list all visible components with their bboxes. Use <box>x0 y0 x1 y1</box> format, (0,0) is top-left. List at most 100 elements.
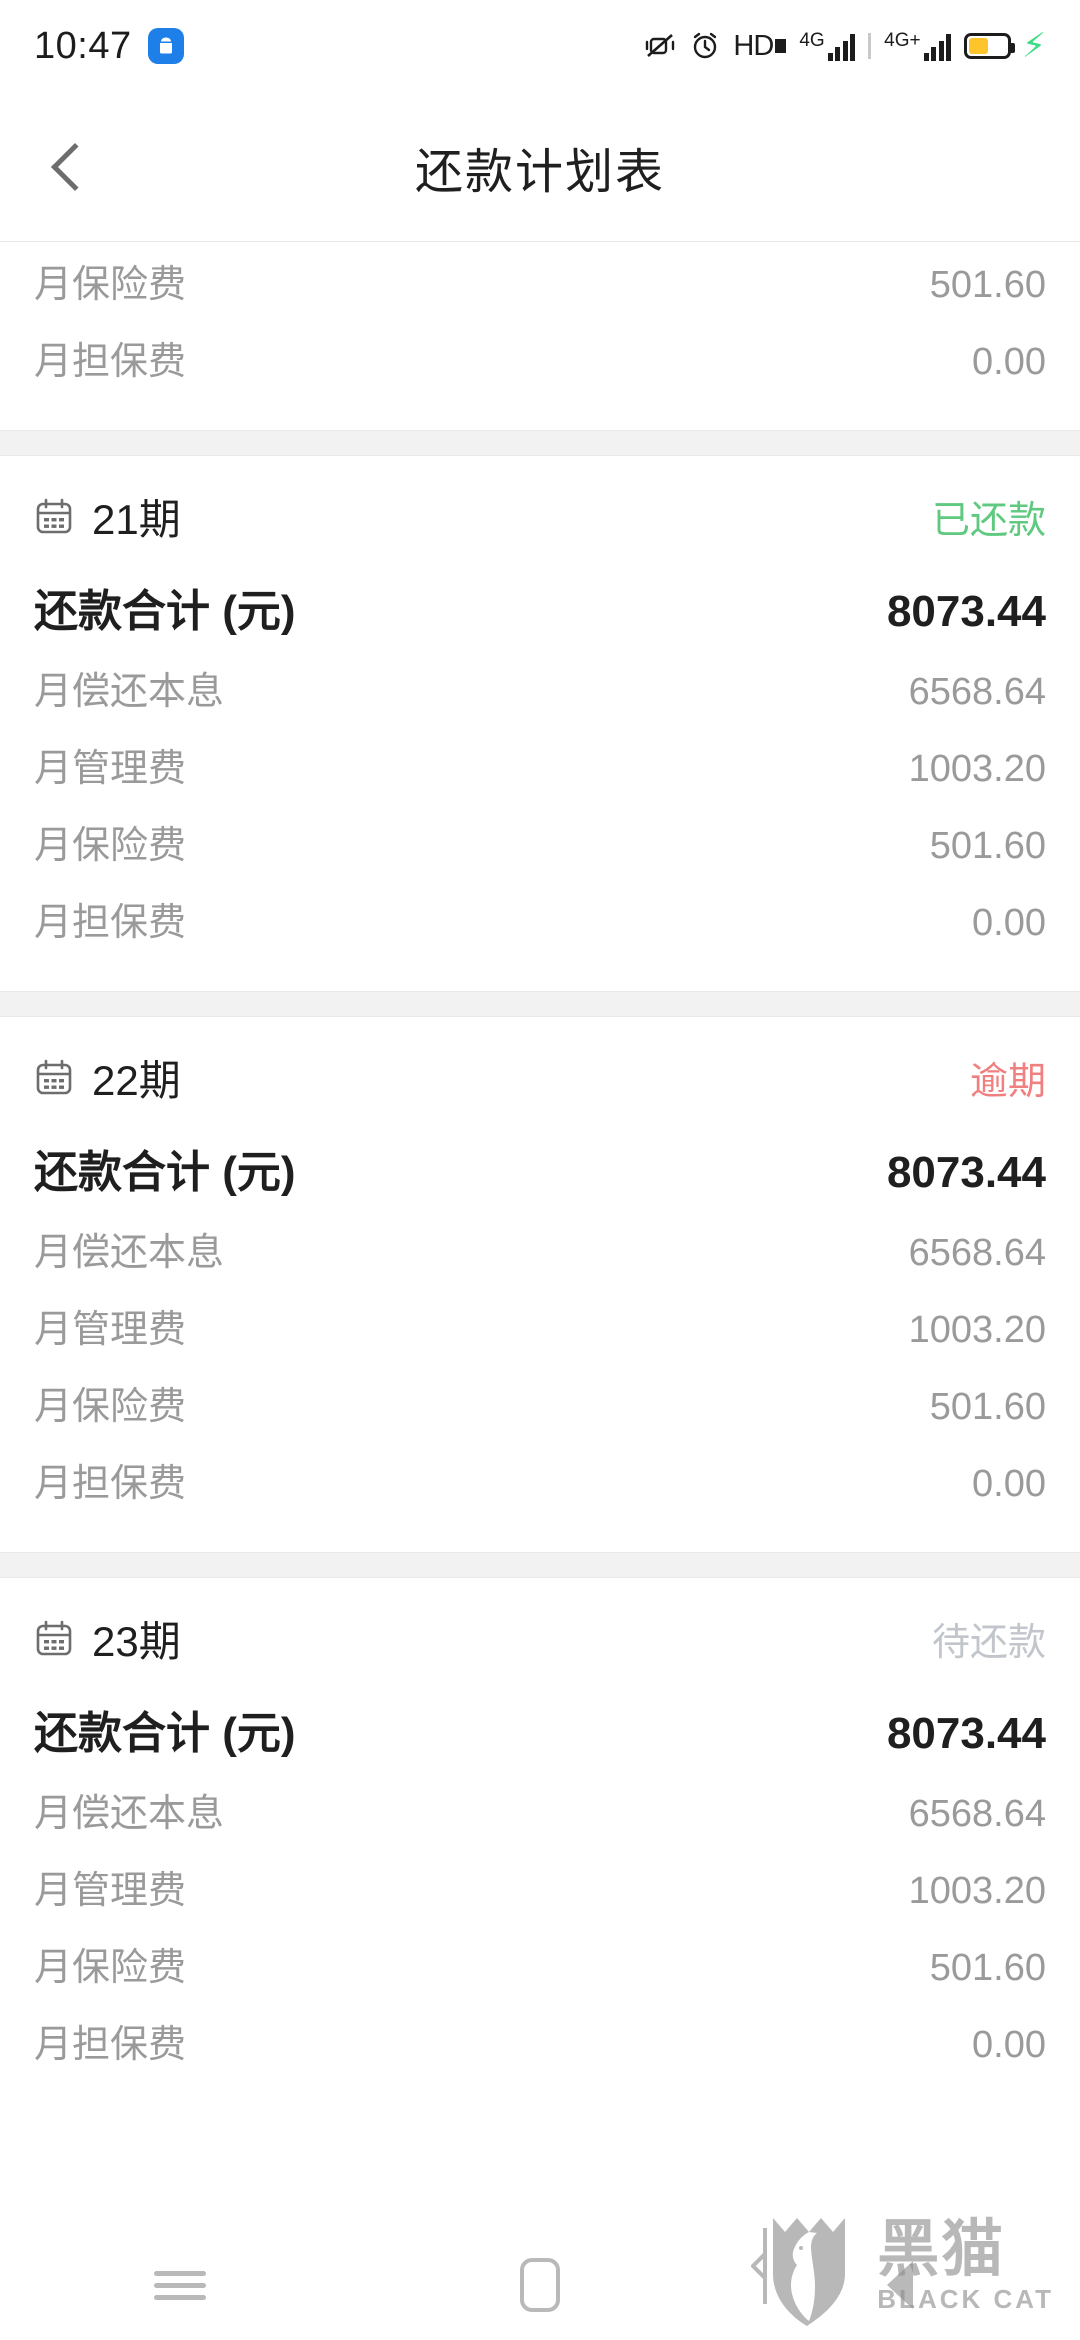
status-badge: 已还款 <box>931 500 1046 542</box>
detail-row: 月保险费 501.60 <box>34 242 1046 319</box>
hd-voice-icon: HD <box>733 30 787 63</box>
total-value: 8073.44 <box>886 1148 1046 1197</box>
detail-row-label: 月偿还本息 <box>34 1232 225 1274</box>
card-header: 21期 已还款 <box>34 456 1046 561</box>
detail-row-label: 月担保费 <box>34 902 187 944</box>
back-button[interactable] <box>0 92 140 242</box>
repayment-plan-list: 月保险费 501.60 月担保费 0.00 21期 已还款 还款合计 (元) 8… <box>0 242 1080 2113</box>
battery-charging-icon <box>964 33 1016 59</box>
status-badge: 待还款 <box>931 1622 1046 1664</box>
detail-row-value: 6568.64 <box>908 671 1046 713</box>
detail-row-value: 0.00 <box>972 2024 1046 2066</box>
detail-row: 月担保费 0.00 <box>34 2002 1046 2079</box>
detail-row: 月担保费 0.00 <box>34 880 1046 957</box>
watermark-en-label: BLACK CAT <box>877 2283 1054 2314</box>
detail-row-value: 0.00 <box>972 902 1046 944</box>
detail-row: 月担保费 0.00 <box>34 319 1046 396</box>
total-row: 还款合计 (元) 8073.44 <box>34 1122 1046 1210</box>
detail-row-value: 501.60 <box>929 825 1046 867</box>
calendar-icon <box>34 1058 74 1098</box>
detail-row: 月保险费 501.60 <box>34 1364 1046 1441</box>
detail-row-label: 月偿还本息 <box>34 671 225 713</box>
detail-row: 月保险费 501.60 <box>34 803 1046 880</box>
total-label: 还款合计 (元) <box>34 1709 296 1758</box>
detail-row-value: 1003.20 <box>908 748 1046 790</box>
status-bar: 10:47 HD 4G 4G+ ⚡ <box>0 0 1080 92</box>
vibrate-off-icon <box>643 31 677 61</box>
total-label: 还款合计 (元) <box>34 587 296 636</box>
detail-row-label: 月偿还本息 <box>34 1793 225 1835</box>
total-value: 8073.44 <box>886 1709 1046 1758</box>
detail-row-label: 月管理费 <box>34 748 187 790</box>
detail-row-value: 0.00 <box>972 1463 1046 1505</box>
card-separator <box>0 1552 1080 1578</box>
detail-row: 月偿还本息 6568.64 <box>34 649 1046 726</box>
detail-row-label: 月担保费 <box>34 1463 187 1505</box>
menu-lines-icon <box>154 2264 206 2307</box>
home-button[interactable] <box>440 2230 640 2340</box>
detail-row-value: 6568.64 <box>908 1232 1046 1274</box>
app-bar: 还款计划表 <box>0 92 1080 242</box>
status-bar-right: HD 4G 4G+ ⚡ <box>643 29 1046 63</box>
detail-row-label: 月担保费 <box>34 341 187 383</box>
recents-button[interactable] <box>80 2230 280 2340</box>
charging-bolt-icon: ⚡ <box>1022 27 1046 65</box>
watermark-text: 黑猫 BLACK CAT <box>877 2215 1054 2315</box>
total-label: 还款合计 (元) <box>34 1148 296 1197</box>
detail-row-value: 1003.20 <box>908 1870 1046 1912</box>
status-badge: 逾期 <box>969 1061 1046 1103</box>
status-bar-divider <box>868 33 872 59</box>
detail-row-value: 501.60 <box>929 1947 1046 1989</box>
detail-row-label: 月保险费 <box>34 1947 187 1989</box>
detail-row-label: 月保险费 <box>34 1386 187 1428</box>
detail-row: 月偿还本息 6568.64 <box>34 1210 1046 1287</box>
signal-4g-plus-icon: 4G+ <box>884 31 952 61</box>
detail-row: 月管理费 1003.20 <box>34 1848 1046 1925</box>
installment-period-label: 21期 <box>92 496 181 543</box>
detail-row-value: 6568.64 <box>908 1793 1046 1835</box>
installment-card[interactable]: 21期 已还款 还款合计 (元) 8073.44 月偿还本息 6568.64 月… <box>0 456 1080 991</box>
calendar-icon <box>34 497 74 537</box>
status-bar-clock: 10:47 <box>34 24 132 67</box>
detail-row-value: 0.00 <box>972 341 1046 383</box>
total-row: 还款合计 (元) 8073.44 <box>34 1683 1046 1771</box>
detail-row: 月管理费 1003.20 <box>34 1287 1046 1364</box>
detail-row: 月偿还本息 6568.64 <box>34 1771 1046 1848</box>
alarm-clock-icon <box>690 31 720 61</box>
total-value: 8073.44 <box>886 587 1046 636</box>
card-bottom-padding <box>34 2079 1046 2113</box>
installment-card[interactable]: 22期 逾期 还款合计 (元) 8073.44 月偿还本息 6568.64 月管… <box>0 1017 1080 1552</box>
calendar-icon <box>34 1619 74 1659</box>
detail-row-label: 月管理费 <box>34 1309 187 1351</box>
page-title: 还款计划表 <box>414 145 665 199</box>
card-header: 22期 逾期 <box>34 1017 1046 1122</box>
detail-row-label: 月保险费 <box>34 264 187 306</box>
card-header: 23期 待还款 <box>34 1578 1046 1683</box>
detail-row: 月管理费 1003.20 <box>34 726 1046 803</box>
card-separator <box>0 430 1080 456</box>
signal-4g-icon: 4G <box>799 31 856 61</box>
detail-row: 月担保费 0.00 <box>34 1441 1046 1518</box>
card-separator <box>0 991 1080 1017</box>
watermark-cn-label: 黑猫 <box>877 2215 1006 2285</box>
detail-row-label: 月管理费 <box>34 1870 187 1912</box>
android-robot-icon <box>147 28 184 64</box>
partial-installment-card[interactable]: 月保险费 501.60 月担保费 0.00 <box>0 242 1080 430</box>
detail-row-label: 月担保费 <box>34 2024 187 2066</box>
installment-period-label: 23期 <box>92 1618 181 1665</box>
back-chevron-icon <box>50 142 100 192</box>
detail-row-label: 月保险费 <box>34 825 187 867</box>
home-rounded-rect-icon <box>520 2258 560 2312</box>
status-bar-left: 10:47 <box>34 25 184 68</box>
detail-row-value: 501.60 <box>929 1386 1046 1428</box>
total-row: 还款合计 (元) 8073.44 <box>34 561 1046 649</box>
installment-card[interactable]: 23期 待还款 还款合计 (元) 8073.44 月偿还本息 6568.64 月… <box>0 1578 1080 2113</box>
black-cat-shield-icon <box>750 2208 863 2328</box>
detail-row-value: 501.60 <box>929 264 1046 306</box>
watermark: 黑猫 BLACK CAT <box>750 2208 1054 2328</box>
card-bottom-padding <box>34 957 1046 991</box>
card-bottom-padding <box>34 396 1046 430</box>
installment-period-label: 22期 <box>92 1057 181 1104</box>
detail-row-value: 1003.20 <box>908 1309 1046 1351</box>
card-bottom-padding <box>34 1518 1046 1552</box>
